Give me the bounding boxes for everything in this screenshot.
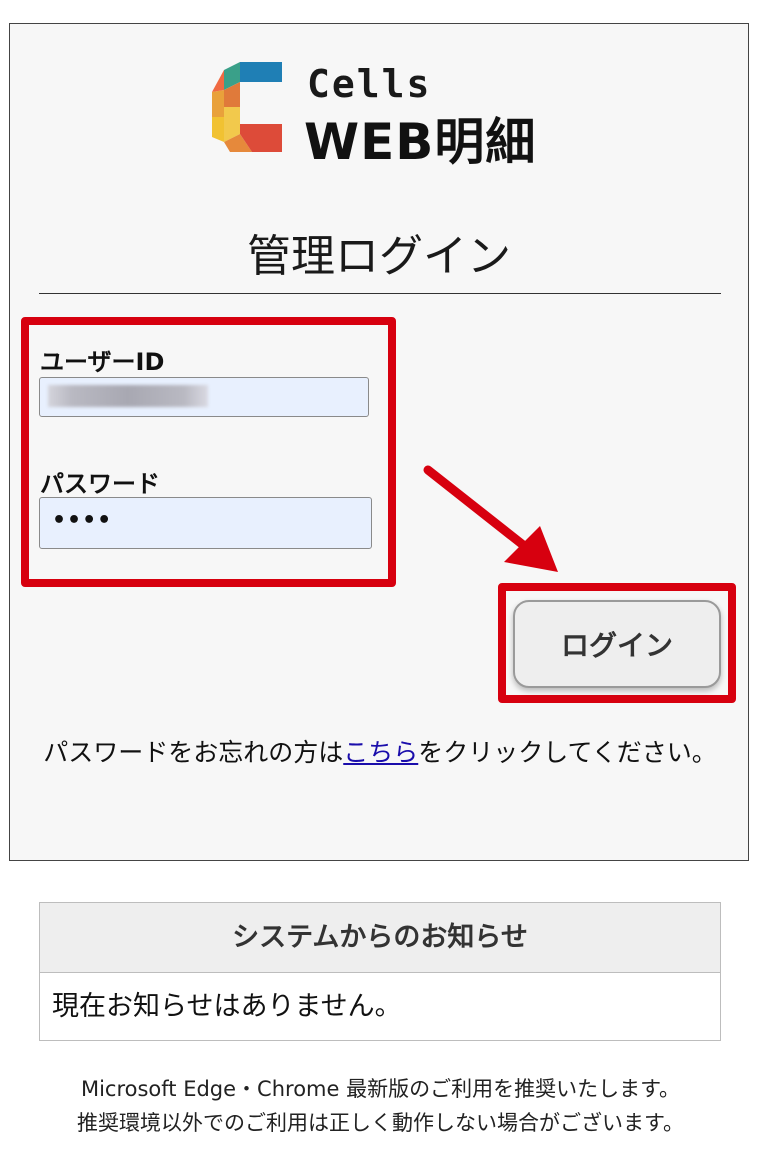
system-notice-header: システムからのお知らせ <box>40 903 720 973</box>
page-title: 管理ログイン <box>247 231 511 282</box>
brand-name-cells: Cells <box>307 62 432 106</box>
login-button[interactable]: ログイン <box>513 600 721 688</box>
title-divider <box>39 293 721 294</box>
forgot-password-text: パスワードをお忘れの方はこちらをクリックしてください。 <box>40 732 720 774</box>
browser-recommendation-line-2: 推奨環境以外でのご利用は正しく動作しない場合がございます。 <box>77 1111 684 1135</box>
pointer-arrow-icon <box>423 465 558 572</box>
cells-logo: Cells WEB明細 <box>212 62 562 182</box>
system-notice-body: 現在お知らせはありません。 <box>52 991 402 1022</box>
brand-name-web-meisai: WEB明細 <box>304 113 537 171</box>
browser-recommendation-note: Microsoft Edge・Chrome 最新版のご利用を推奨いたします。 推… <box>0 1072 761 1140</box>
browser-recommendation-line-1: Microsoft Edge・Chrome 最新版のご利用を推奨いたします。 <box>80 1077 681 1101</box>
credentials-highlight-box <box>21 317 396 587</box>
system-notice-panel: システムからのお知らせ 現在お知らせはありません。 <box>39 902 721 1041</box>
login-panel: Cells WEB明細 管理ログイン ユーザーID パスワード •••• ログイ… <box>9 23 749 861</box>
forgot-password-suffix: をクリックしてください。 <box>418 738 717 767</box>
cells-logo-mark-icon <box>212 62 282 152</box>
forgot-password-link[interactable]: こちら <box>343 738 418 767</box>
forgot-password-prefix: パスワードをお忘れの方は <box>43 738 344 767</box>
